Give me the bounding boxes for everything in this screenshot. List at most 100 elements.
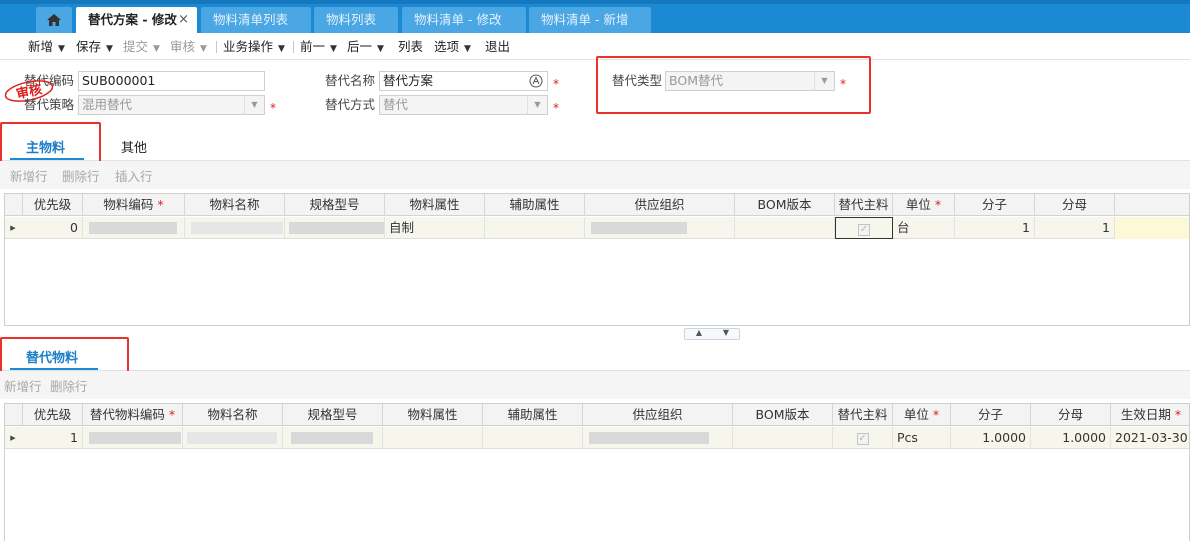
list-button[interactable]: 列表	[398, 38, 423, 56]
tab-substitute-plan-edit[interactable]: 替代方案 - 修改 ×	[76, 7, 197, 33]
table-row[interactable]: ▶ 0 自制 ✓ 台 1 1	[5, 217, 1189, 239]
cell-unit[interactable]: 台	[893, 217, 955, 239]
delete-row-button[interactable]: 删除行	[62, 169, 100, 185]
business-ops-button[interactable]: 业务操作 ▼	[223, 38, 285, 56]
chevron-down-icon[interactable]: ▼	[244, 96, 264, 114]
name-field[interactable]: 替代方案	[379, 71, 548, 91]
cell-priority[interactable]: 1	[23, 427, 83, 449]
audit-button[interactable]: 审核 ▼	[170, 38, 207, 56]
chevron-down-icon[interactable]: ▼	[153, 44, 160, 54]
exit-button[interactable]: 退出	[485, 38, 510, 56]
cell-spec[interactable]	[283, 427, 383, 449]
col-bom-version[interactable]: BOM版本	[735, 194, 835, 216]
cell-bom-version[interactable]	[733, 427, 833, 449]
cell-aux-attr[interactable]	[483, 427, 583, 449]
col-effective-date[interactable]: 生效日期 *	[1111, 404, 1189, 426]
options-button[interactable]: 选项 ▼	[434, 38, 471, 56]
col-spec[interactable]: 规格型号	[285, 194, 385, 216]
chevron-down-icon[interactable]: ▼	[278, 44, 285, 54]
col-aux-attr[interactable]: 辅助属性	[483, 404, 583, 426]
col-aux-attr[interactable]: 辅助属性	[485, 194, 585, 216]
submit-label: 提交	[123, 39, 149, 54]
col-material-attr[interactable]: 物料属性	[385, 194, 485, 216]
col-denominator[interactable]: 分母	[1035, 194, 1115, 216]
main-flag-checkbox[interactable]: ✓	[856, 432, 869, 445]
cell-effective-date[interactable]: 2021-03-30	[1111, 427, 1189, 449]
row-marker-header	[5, 404, 23, 426]
new-button[interactable]: 新增 ▼	[28, 38, 65, 56]
submit-button[interactable]: 提交 ▼	[123, 38, 160, 56]
required-mark: *	[1174, 407, 1182, 422]
cell-material-attr[interactable]	[383, 427, 483, 449]
next-button[interactable]: 后一 ▼	[347, 38, 384, 56]
col-supply-org[interactable]: 供应组织	[585, 194, 735, 216]
table-row[interactable]: ▶ 1 ✓ Pcs 1.0000 1.0000 2021-03-30	[5, 427, 1189, 449]
col-unit[interactable]: 单位 *	[893, 194, 955, 216]
col-priority[interactable]: 优先级	[23, 404, 83, 426]
delete-row-button[interactable]: 删除行	[50, 379, 88, 395]
cell-material-code[interactable]	[83, 217, 185, 239]
cell-material-name[interactable]	[185, 217, 285, 239]
chevron-down-icon[interactable]: ▼	[106, 44, 113, 54]
cell-material-name[interactable]	[183, 427, 283, 449]
tab-bom-new[interactable]: 物料清单 - 新增	[529, 7, 651, 33]
col-material-attr[interactable]: 物料属性	[383, 404, 483, 426]
tab-bom-list[interactable]: 物料清单列表	[201, 7, 311, 33]
save-button[interactable]: 保存 ▼	[76, 38, 113, 56]
col-sub-material-code[interactable]: 替代物料编码 *	[83, 404, 183, 426]
close-icon[interactable]: ×	[178, 7, 189, 33]
col-denominator[interactable]: 分母	[1031, 404, 1111, 426]
cell-main-flag[interactable]: ✓	[833, 427, 893, 449]
collapse-up-icon[interactable]: ▲	[686, 328, 712, 338]
cell-supply-org[interactable]	[583, 427, 733, 449]
col-priority[interactable]: 优先级	[23, 194, 83, 216]
col-material-code[interactable]: 物料编码 *	[83, 194, 185, 216]
cell-priority[interactable]: 0	[23, 217, 83, 239]
col-material-name[interactable]: 物料名称	[185, 194, 285, 216]
cell-bom-version[interactable]	[735, 217, 835, 239]
cell-numerator[interactable]: 1	[955, 217, 1035, 239]
prev-button[interactable]: 前一 ▼	[300, 38, 337, 56]
insert-row-button[interactable]: 插入行	[115, 169, 153, 185]
col-numerator[interactable]: 分子	[955, 194, 1035, 216]
col-bom-version[interactable]: BOM版本	[733, 404, 833, 426]
strategy-select[interactable]: 混用替代 ▼	[78, 95, 265, 115]
code-field[interactable]: SUB000001	[78, 71, 265, 91]
col-unit[interactable]: 单位 *	[893, 404, 951, 426]
method-select[interactable]: 替代 ▼	[379, 95, 548, 115]
col-supply-org[interactable]: 供应组织	[583, 404, 733, 426]
col-main-flag[interactable]: 替代主料	[833, 404, 893, 426]
main-flag-checkbox[interactable]: ✓	[858, 223, 870, 236]
add-row-button[interactable]: 新增行	[4, 379, 42, 395]
required-mark: *	[934, 197, 942, 212]
cell-material-attr[interactable]: 自制	[385, 217, 485, 239]
cell-numerator[interactable]: 1.0000	[951, 427, 1031, 449]
col-main-flag[interactable]: 替代主料	[835, 194, 893, 216]
cell-main-flag[interactable]: ✓	[835, 217, 893, 239]
col-numerator[interactable]: 分子	[951, 404, 1031, 426]
chevron-down-icon[interactable]: ▼	[377, 44, 384, 54]
col-spec[interactable]: 规格型号	[283, 404, 383, 426]
tab-bom-edit[interactable]: 物料清单 - 修改	[402, 7, 526, 33]
col-material-name[interactable]: 物料名称	[183, 404, 283, 426]
cell-aux-attr[interactable]	[485, 217, 585, 239]
chevron-down-icon[interactable]: ▼	[200, 44, 207, 54]
chevron-down-icon[interactable]: ▼	[464, 44, 471, 54]
tab-other[interactable]: 其他	[121, 139, 147, 159]
cell-spec[interactable]	[285, 217, 385, 239]
cell-supply-org[interactable]	[585, 217, 735, 239]
expand-down-icon[interactable]: ▼	[713, 328, 739, 338]
tab-home[interactable]	[36, 7, 72, 33]
chevron-down-icon[interactable]: ▼	[330, 44, 337, 54]
add-row-button[interactable]: 新增行	[10, 169, 48, 185]
panel-splitter[interactable]: ▲ ▼	[684, 328, 740, 340]
required-mark: *	[168, 407, 176, 422]
chevron-down-icon[interactable]: ▼	[527, 96, 547, 114]
chevron-down-icon[interactable]: ▼	[58, 44, 65, 54]
translate-icon[interactable]	[529, 74, 543, 88]
cell-unit[interactable]: Pcs	[893, 427, 951, 449]
cell-denominator[interactable]: 1	[1035, 217, 1115, 239]
cell-denominator[interactable]: 1.0000	[1031, 427, 1111, 449]
tab-material-list[interactable]: 物料列表	[314, 7, 398, 33]
cell-sub-material-code[interactable]	[83, 427, 183, 449]
